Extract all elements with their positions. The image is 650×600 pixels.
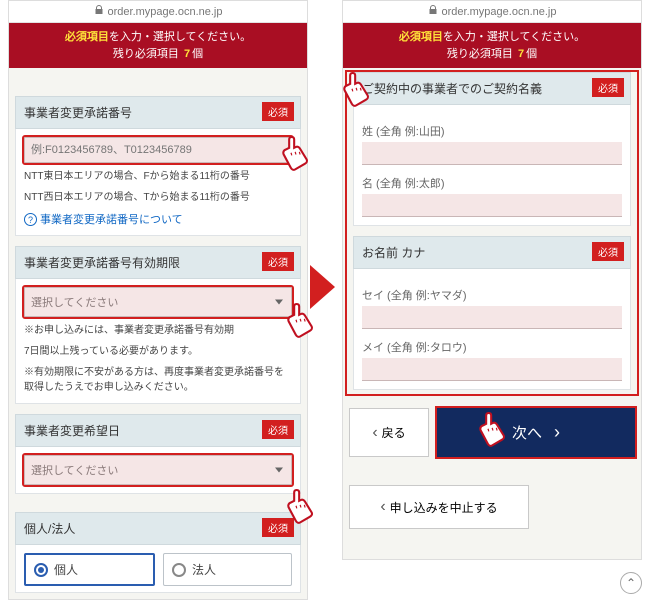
chevron-left-icon (380, 498, 385, 516)
note-west: NTT西日本エリアの場合、Tから始まる11桁の番号 (24, 190, 292, 205)
back-button[interactable]: 戻る (349, 408, 429, 457)
lock-icon (428, 5, 438, 18)
sei-label: セイ (全角 例:ヤマダ) (362, 287, 622, 303)
desired-date-select[interactable]: 選択してください (24, 455, 292, 485)
url-text: order.mypage.ocn.ne.jp (442, 6, 557, 18)
givenname-label: 名 (全角 例:太郎) (362, 175, 622, 191)
mei-label: メイ (全角 例:タロウ) (362, 339, 622, 355)
radio-corporate[interactable]: 法人 (163, 553, 292, 586)
section-title: 事業者変更承諾番号 (24, 106, 132, 120)
section-desired-date-body: 選択してください (15, 447, 301, 494)
help-link[interactable]: 事業者変更承諾番号について (40, 214, 183, 226)
required-badge: 必須 (592, 242, 624, 261)
radio-dot-icon (172, 563, 186, 577)
url-bar: order.mypage.ocn.ne.jp (9, 1, 307, 23)
section-desired-date-head: 事業者変更希望日 必須 (15, 414, 301, 447)
section-contract-name-body: 姓 (全角 例:山田) 名 (全角 例:太郎) (353, 105, 631, 226)
required-banner: 必須項目を入力・選択してください。 残り必須項目 7個 (9, 23, 307, 68)
help-icon: ? (24, 213, 37, 226)
expiry-note1: ※お申し込みには、事業者変更承諾番号有効期 (24, 323, 292, 338)
chevron-up-icon: ⌃ (626, 576, 636, 590)
expiry-note2: 7日間以上残っている必要があります。 (24, 344, 292, 359)
section-title: ご契約中の事業者でのご契約名義 (362, 82, 542, 96)
lock-icon (94, 5, 104, 18)
required-banner: 必須項目を入力・選択してください。 残り必須項目 7個 (343, 23, 641, 68)
section-kana-body: セイ (全角 例:ヤマダ) メイ (全角 例:タロウ) (353, 269, 631, 390)
chevron-right-icon (554, 422, 560, 443)
phone-right: order.mypage.ocn.ne.jp 必須項目を入力・選択してください。… (342, 0, 642, 560)
section-title: 事業者変更希望日 (24, 424, 120, 438)
url-bar: order.mypage.ocn.ne.jp (343, 1, 641, 23)
section-title: 事業者変更承諾番号有効期限 (24, 256, 180, 270)
required-badge: 必須 (262, 420, 294, 439)
radio-personal[interactable]: 個人 (24, 553, 155, 586)
phone-left: order.mypage.ocn.ne.jp 必須項目を入力・選択してください。… (8, 0, 308, 600)
section-person-type-body: 個人 法人 (15, 545, 301, 593)
givenname-input[interactable] (362, 194, 622, 217)
cancel-button[interactable]: 申し込みを中止する (349, 485, 529, 529)
section-person-type-head: 個人/法人 必須 (15, 512, 301, 545)
required-badge: 必須 (262, 518, 294, 537)
section-change-number-body: NTT東日本エリアの場合、Fから始まる11桁の番号 NTT西日本エリアの場合、T… (15, 129, 301, 236)
expiry-note3: ※有効期限に不安がある方は、再度事業者変更承諾番号を取得したうえでお申し込みくだ… (24, 365, 292, 395)
url-text: order.mypage.ocn.ne.jp (108, 6, 223, 18)
required-badge: 必須 (262, 252, 294, 271)
note-east: NTT東日本エリアの場合、Fから始まる11桁の番号 (24, 169, 292, 184)
section-kana-head: お名前 カナ 必須 (353, 236, 631, 269)
section-contract-name-head: ご契約中の事業者でのご契約名義 必須 (353, 72, 631, 105)
sei-input[interactable] (362, 306, 622, 329)
radio-dot-icon (34, 563, 48, 577)
section-title: 個人/法人 (24, 522, 75, 536)
scroll-top-button[interactable]: ⌃ (620, 572, 642, 594)
surname-label: 姓 (全角 例:山田) (362, 123, 622, 139)
chevron-left-icon (372, 424, 377, 442)
next-button[interactable]: 次へ (437, 408, 635, 457)
section-title: お名前 カナ (362, 246, 425, 260)
required-badge: 必須 (592, 78, 624, 97)
surname-input[interactable] (362, 142, 622, 165)
mei-input[interactable] (362, 358, 622, 381)
section-change-number-head: 事業者変更承諾番号 必須 (15, 96, 301, 129)
section-expiry-head: 事業者変更承諾番号有効期限 必須 (15, 246, 301, 279)
change-number-input[interactable] (24, 137, 292, 163)
expiry-select[interactable]: 選択してください (24, 287, 292, 317)
arrow-right-icon (310, 265, 335, 309)
required-badge: 必須 (262, 102, 294, 121)
section-expiry-body: 選択してください ※お申し込みには、事業者変更承諾番号有効期 7日間以上残ってい… (15, 279, 301, 404)
